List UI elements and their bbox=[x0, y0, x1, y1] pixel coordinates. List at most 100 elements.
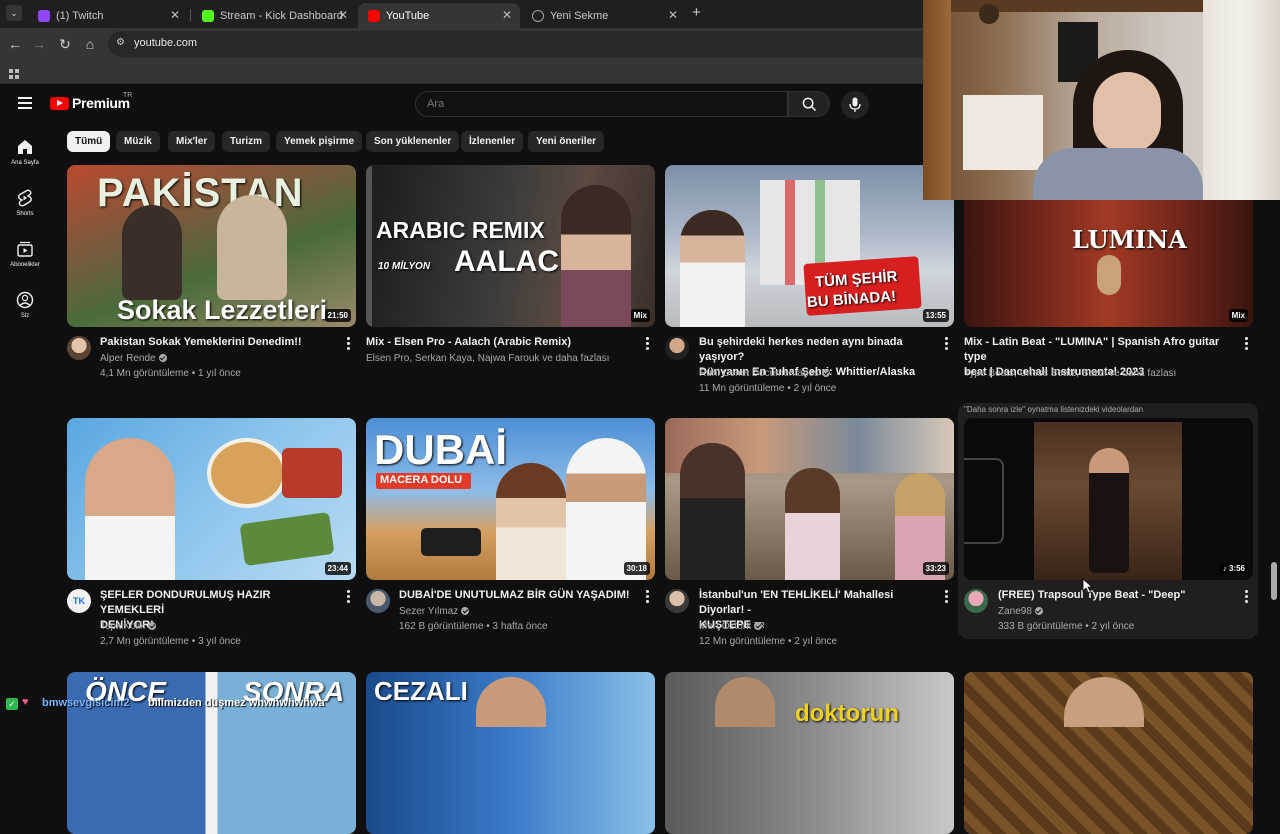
forward-arrow-icon[interactable]: → bbox=[30, 35, 48, 53]
chip-recently-uploaded[interactable]: Son yüklenenler bbox=[366, 131, 460, 152]
checkmark-badge-icon: ✓ bbox=[6, 698, 18, 710]
more-options-icon[interactable] bbox=[646, 337, 650, 351]
video-thumbnail[interactable]: 23:44 bbox=[67, 418, 356, 580]
mix-artists[interactable]: Type Beats, Uness Beatz, Bazzi ve daha f… bbox=[964, 366, 1176, 381]
streamer-face bbox=[1093, 72, 1161, 152]
chip-tourism[interactable]: Turizm bbox=[222, 131, 271, 152]
verified-icon bbox=[822, 369, 831, 378]
channel-name[interactable]: Ruhi Cenet Documentaries bbox=[699, 366, 831, 381]
tab-kick[interactable]: Stream - Kick Dashboard ✕ bbox=[192, 3, 356, 28]
thumbnail-title-text: DUBAİ bbox=[374, 426, 507, 473]
channel-name[interactable]: Mert Öztürk bbox=[699, 619, 763, 634]
search-input[interactable] bbox=[427, 98, 767, 110]
sidebar-item-shorts[interactable]: Shorts bbox=[0, 189, 50, 217]
chip-cooking[interactable]: Yemek pişirme bbox=[276, 131, 363, 152]
channel-avatar[interactable] bbox=[67, 336, 91, 360]
page-scrollbar-thumb[interactable] bbox=[1271, 562, 1277, 600]
channel-avatar[interactable] bbox=[665, 336, 689, 360]
streamer-webcam-overlay bbox=[923, 0, 1280, 200]
video-thumbnail[interactable]: ♪ 3:56 bbox=[964, 418, 1253, 580]
country-code: TR bbox=[123, 92, 133, 99]
apps-grid-icon[interactable] bbox=[9, 66, 19, 79]
thumbnail-subtitle-text: MACERA DOLU bbox=[380, 474, 463, 486]
channel-name[interactable]: Sezer Yılmaz bbox=[399, 604, 470, 619]
tab-youtube[interactable]: YouTube ✕ bbox=[358, 3, 520, 28]
more-options-icon[interactable] bbox=[945, 590, 949, 604]
wall-clock bbox=[979, 4, 999, 24]
mix-badge: Mix bbox=[1228, 309, 1248, 322]
globe-icon bbox=[532, 9, 544, 22]
more-options-icon[interactable] bbox=[646, 590, 650, 604]
channel-avatar[interactable] bbox=[964, 589, 988, 613]
back-arrow-icon[interactable]: ← bbox=[6, 35, 24, 53]
verified-icon bbox=[754, 622, 763, 631]
video-thumbnail[interactable]: 33:23 bbox=[665, 418, 954, 580]
twitch-icon bbox=[38, 9, 50, 22]
more-options-icon[interactable] bbox=[347, 590, 351, 604]
chip-mixes[interactable]: Mix'ler bbox=[168, 131, 216, 152]
video-duration: 33:23 bbox=[922, 562, 949, 575]
channel-name[interactable]: TepkiKolik bbox=[100, 619, 157, 634]
mix-artists[interactable]: Elsen Pro, Serkan Kaya, Najwa Farouk ve … bbox=[366, 351, 609, 366]
chip-all[interactable]: Tümü bbox=[67, 131, 111, 152]
channel-avatar[interactable] bbox=[665, 589, 689, 613]
video-thumbnail[interactable]: CEZALI bbox=[366, 672, 655, 834]
tab-new-tab[interactable]: Yeni Sekme ✕ bbox=[522, 3, 686, 28]
sidebar-item-subscriptions[interactable]: Abonelikler bbox=[0, 240, 50, 268]
window-curtain bbox=[1203, 0, 1280, 200]
channel-avatar[interactable]: TK bbox=[67, 589, 91, 613]
tab-title: (1) Twitch bbox=[56, 9, 104, 22]
video-stats: 333 B görüntüleme • 2 yıl önce bbox=[998, 621, 1135, 632]
new-tab-button[interactable]: + bbox=[692, 4, 701, 21]
video-thumbnail[interactable]: PAKİSTAN Sokak Lezzetleri 21:50 bbox=[67, 165, 356, 327]
more-options-icon[interactable] bbox=[1245, 590, 1249, 604]
close-icon[interactable]: ✕ bbox=[338, 8, 348, 22]
stream-chat-overlay: ✓ ♥ bmwsevgisicim2 bilimizden düşmez whw… bbox=[0, 695, 360, 717]
chip-watched[interactable]: İzlenenler bbox=[461, 131, 524, 152]
sidebar-item-label: Siz bbox=[20, 313, 30, 319]
close-icon[interactable]: ✕ bbox=[668, 8, 678, 22]
chat-message: bilimizden düşmez whwhwhwhwa bbox=[148, 697, 325, 709]
kick-icon bbox=[202, 9, 214, 22]
mix-badge: Mix bbox=[630, 309, 650, 322]
site-info-icon[interactable]: ⚙ bbox=[116, 37, 125, 48]
more-options-icon[interactable] bbox=[945, 337, 949, 351]
youtube-play-icon bbox=[50, 97, 69, 110]
sidebar-item-you[interactable]: Siz bbox=[0, 291, 50, 319]
more-options-icon[interactable] bbox=[1245, 337, 1249, 351]
tab-title: YouTube bbox=[386, 9, 430, 22]
chip-new-to-you[interactable]: Yeni öneriler bbox=[528, 131, 605, 152]
video-title[interactable]: DUBAİ'DE UNUTULMAZ BİR GÜN YAŞADIM! bbox=[399, 588, 639, 603]
video-stats: 4,1 Mn görüntüleme • 1 yıl önce bbox=[100, 368, 241, 379]
more-options-icon[interactable] bbox=[347, 337, 351, 351]
tab-search-button[interactable]: ⌄ bbox=[6, 5, 22, 21]
video-duration: 21:50 bbox=[324, 309, 351, 322]
video-thumbnail[interactable]: DUBAİ MACERA DOLU 30:18 bbox=[366, 418, 655, 580]
close-icon[interactable]: ✕ bbox=[170, 8, 180, 22]
heart-badge-icon: ♥ bbox=[22, 696, 29, 708]
watch-later-note: "Daha sonra izle" oynatma listenizdeki v… bbox=[964, 405, 1144, 414]
video-stats: 11 Mn görüntüleme • 2 yıl önce bbox=[699, 383, 837, 394]
sidebar-item-home[interactable]: Ana Sayfa bbox=[0, 138, 50, 166]
video-thumbnail[interactable]: TÜM ŞEHİR BU BİNADA! 13:55 bbox=[665, 165, 954, 327]
video-stats: 162 B görüntüleme • 3 hafta önce bbox=[399, 621, 548, 632]
video-stats: 12 Mn görüntüleme • 2 yıl önce bbox=[699, 636, 838, 647]
menu-icon[interactable] bbox=[18, 97, 32, 109]
video-thumbnail[interactable]: doktorun bbox=[665, 672, 954, 834]
voice-search-button[interactable] bbox=[841, 91, 869, 119]
search-box[interactable] bbox=[415, 91, 788, 117]
channel-avatar[interactable] bbox=[366, 589, 390, 613]
search-button[interactable] bbox=[788, 91, 830, 117]
video-title[interactable]: Pakistan Sokak Yemeklerini Denedim!! bbox=[100, 335, 330, 350]
video-thumbnail[interactable]: ARABIC REMIX 10 MİLYON AALACH Mix bbox=[366, 165, 655, 327]
video-title[interactable]: (FREE) Trapsoul Type Beat - "Deep" bbox=[998, 588, 1238, 603]
home-icon[interactable]: ⌂ bbox=[81, 35, 99, 53]
reload-icon[interactable]: ↻ bbox=[56, 35, 74, 53]
chip-music[interactable]: Müzik bbox=[116, 131, 160, 152]
close-icon[interactable]: ✕ bbox=[502, 8, 512, 22]
tab-twitch[interactable]: (1) Twitch ✕ bbox=[28, 3, 188, 28]
channel-name[interactable]: Zane98 bbox=[998, 604, 1043, 619]
video-title[interactable]: Mix - Elsen Pro - Aalach (Arabic Remix) bbox=[366, 335, 636, 350]
channel-name[interactable]: Alper Rende bbox=[100, 351, 167, 366]
video-thumbnail[interactable] bbox=[964, 672, 1253, 834]
